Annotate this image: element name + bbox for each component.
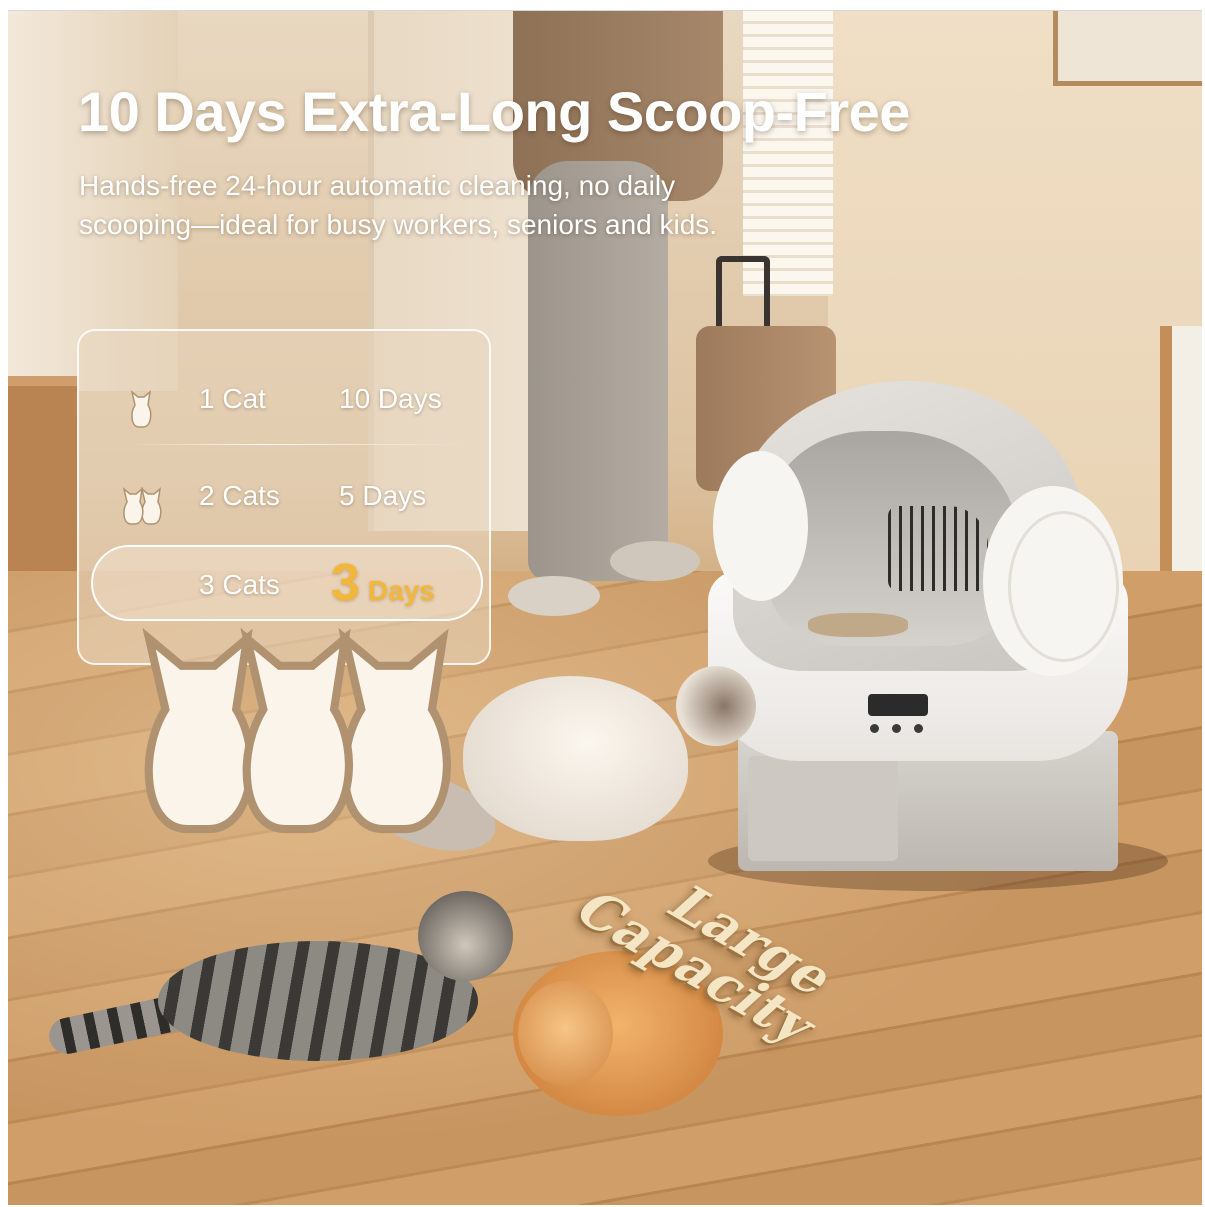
days-unit: Days bbox=[367, 575, 435, 606]
litter-box-drawer bbox=[748, 756, 898, 861]
headline: 10 Days Extra-Long Scoop-Free bbox=[78, 80, 910, 143]
control-button-icon bbox=[892, 724, 901, 733]
cat-count: 3 Cats bbox=[199, 569, 280, 600]
ragdoll-cat-head bbox=[676, 666, 756, 746]
litter-box-display bbox=[868, 694, 928, 716]
cat-count: 2 Cats bbox=[199, 480, 280, 511]
scoop-free-days-highlight: 3 Days bbox=[331, 553, 435, 613]
table-row: 2 Cats 5 Days bbox=[79, 466, 489, 536]
slipper bbox=[610, 541, 700, 581]
control-button-icon bbox=[914, 724, 923, 733]
row-divider bbox=[129, 444, 469, 445]
cat-count: 1 Cat bbox=[199, 383, 266, 414]
window-blinds bbox=[743, 11, 833, 296]
wall-art bbox=[1053, 11, 1202, 86]
cats-days-table: 1 Cat 10 Days 2 Cats 5 Days 3 Cats 3 Day… bbox=[77, 329, 491, 834]
control-button-icon bbox=[870, 724, 879, 733]
litter-box-basket bbox=[888, 506, 988, 591]
table-row: 1 Cat 10 Days bbox=[79, 369, 489, 439]
litter-box-ring bbox=[1008, 511, 1119, 662]
scoop-free-days: 5 Days bbox=[339, 480, 427, 511]
litter-box-side-left bbox=[713, 451, 808, 601]
slipper bbox=[508, 576, 600, 616]
one-cat-icon bbox=[130, 389, 152, 428]
litter bbox=[808, 613, 908, 637]
days-number: 3 bbox=[331, 554, 360, 612]
highlighted-row: 3 Cats 3 Days bbox=[91, 545, 483, 834]
product-image: 10 Days Extra-Long Scoop-Free Hands-free… bbox=[8, 10, 1202, 1205]
scoop-free-days: 10 Days bbox=[339, 383, 442, 414]
two-cats-icon bbox=[122, 486, 162, 525]
subheadline: Hands-free 24-hour automatic cleaning, n… bbox=[79, 170, 718, 240]
tabby-cat-head bbox=[418, 891, 513, 981]
